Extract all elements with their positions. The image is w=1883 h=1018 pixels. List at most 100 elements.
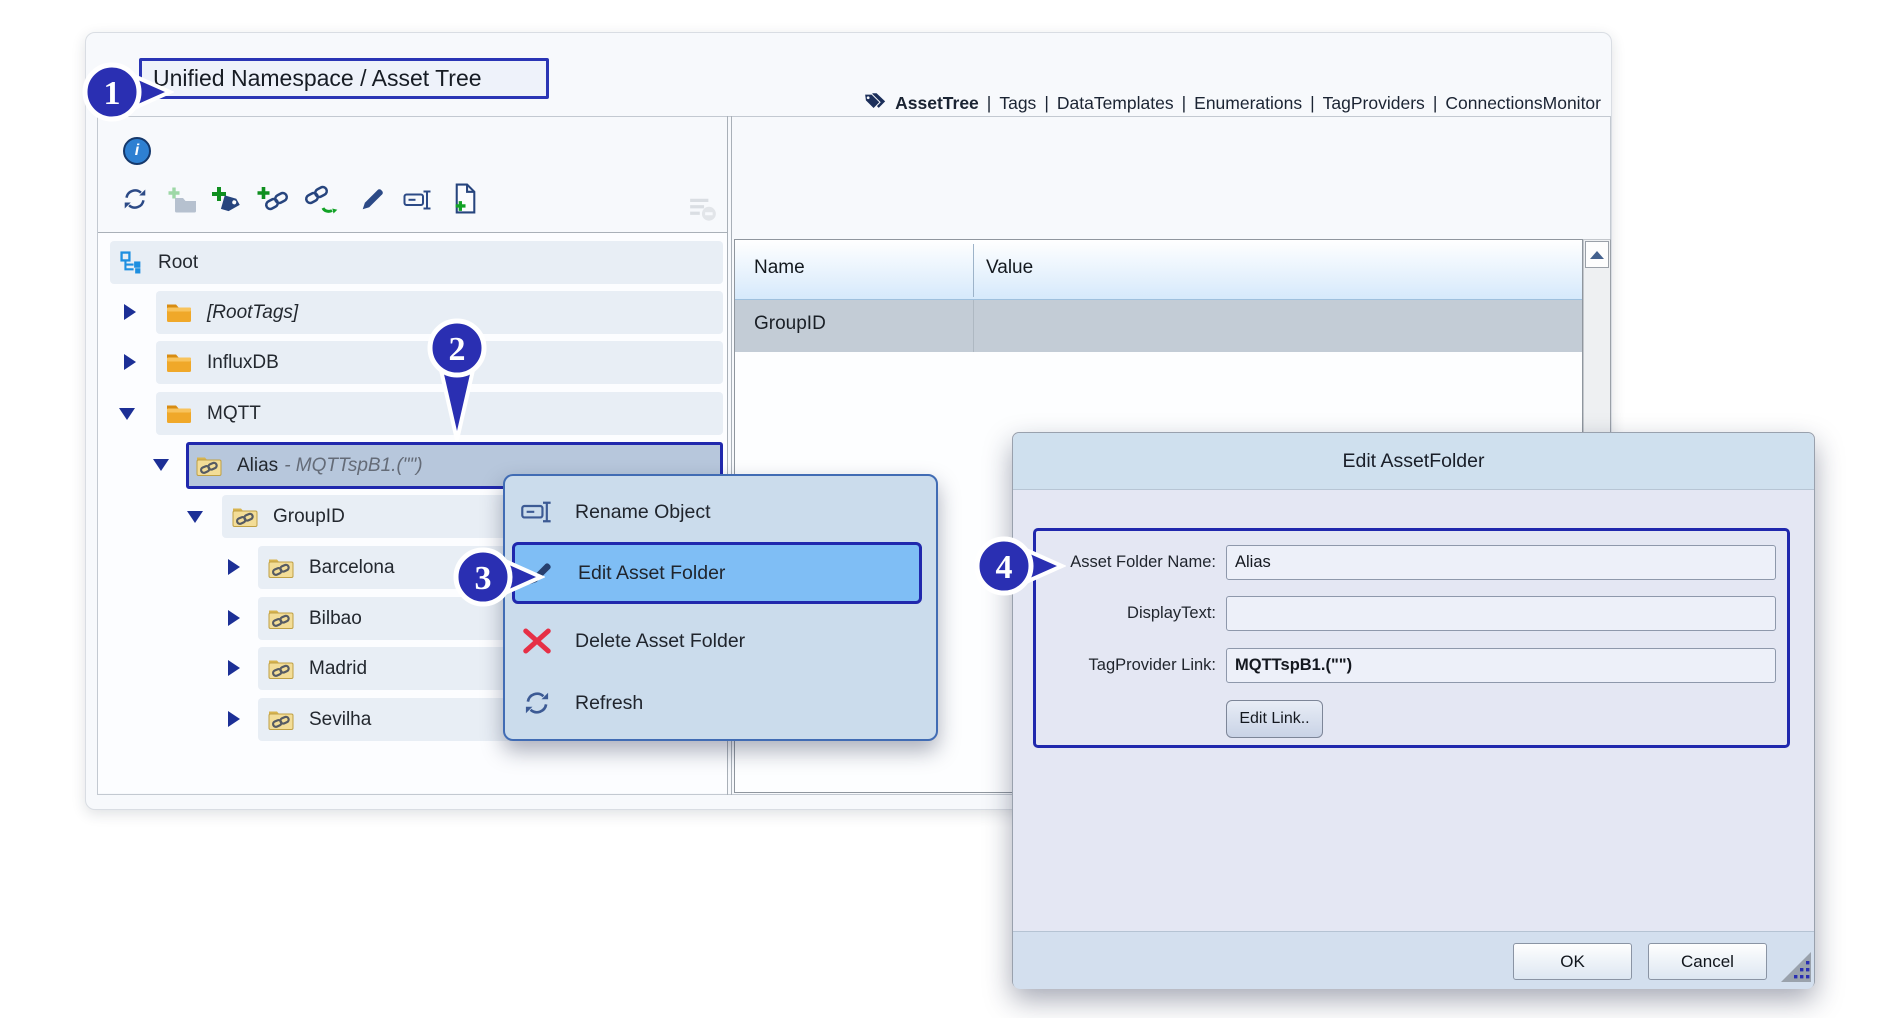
expander-alias[interactable] <box>153 459 169 471</box>
menu-item-rename-object[interactable]: Rename Object <box>517 487 922 537</box>
scroll-up-icon <box>1590 251 1604 259</box>
tagprovider-link-field[interactable] <box>1226 648 1776 683</box>
refresh-button[interactable] <box>122 186 148 212</box>
asset-folder-name-field[interactable] <box>1226 545 1776 580</box>
tab-separator: | <box>1310 93 1315 114</box>
dialog-title: Edit AssetFolder <box>1013 433 1814 490</box>
expander-sevilha[interactable] <box>228 711 240 727</box>
expander-madrid[interactable] <box>228 660 240 676</box>
tab-datatemplates[interactable]: DataTemplates <box>1057 93 1174 114</box>
column-header-value[interactable]: Value <box>986 257 1033 279</box>
edit-pencil-button[interactable] <box>360 186 386 212</box>
rename-icon <box>517 500 557 524</box>
link-settings-button[interactable] <box>302 184 338 214</box>
step-badge-1-number: 1 <box>104 75 121 112</box>
edit-link-button[interactable]: Edit Link.. <box>1226 700 1323 738</box>
menu-item-edit-asset-folder[interactable]: Edit Asset Folder <box>512 542 922 604</box>
linked-folder-icon <box>268 658 294 680</box>
step-badge-4-number: 4 <box>996 549 1013 586</box>
folder-icon <box>166 302 192 323</box>
menu-item-label: Rename Object <box>575 501 710 524</box>
tab-connectionsmonitor[interactable]: ConnectionsMonitor <box>1445 93 1601 114</box>
display-text-field[interactable] <box>1226 596 1776 631</box>
linked-folder-icon <box>268 608 294 630</box>
expander-bilbao[interactable] <box>228 610 240 626</box>
menu-item-label: Refresh <box>575 692 643 715</box>
tab-separator: | <box>1433 93 1438 114</box>
tree-row-root[interactable]: Root <box>110 241 723 284</box>
step-badge-2-number: 2 <box>449 331 466 368</box>
menu-item-refresh[interactable]: Refresh <box>517 678 922 728</box>
scroll-up-button[interactable] <box>1585 241 1609 268</box>
tab-separator: | <box>987 93 992 114</box>
expander-roottags[interactable] <box>124 304 136 320</box>
page-title: Unified Namespace / Asset Tree <box>139 58 549 99</box>
add-link-button[interactable] <box>256 184 290 214</box>
tree-row-label: GroupID <box>273 506 345 528</box>
linked-folder-icon <box>268 557 294 579</box>
expander-influxdb[interactable] <box>124 354 136 370</box>
form-row: DisplayText: <box>1036 596 1787 631</box>
folder-icon <box>166 352 192 373</box>
grid-row-groupid[interactable]: GroupID <box>735 300 1582 352</box>
step-badge-3-number: 3 <box>475 560 492 597</box>
expander-barcelona[interactable] <box>228 559 240 575</box>
add-folder-button[interactable] <box>166 184 198 214</box>
step-badge-2: 2 <box>423 316 491 446</box>
tree-row-label: Root <box>158 252 198 274</box>
tree-row-label: MQTT <box>207 403 261 425</box>
tab-enumerations[interactable]: Enumerations <box>1194 93 1302 114</box>
ok-button[interactable]: OK <box>1513 943 1632 980</box>
page-title-text: Unified Namespace / Asset Tree <box>153 65 482 92</box>
expander-mqtt[interactable] <box>119 408 135 420</box>
grid-header: Name Value <box>735 240 1582 300</box>
menu-item-label: Edit Asset Folder <box>578 562 725 585</box>
menu-item-label: Delete Asset Folder <box>575 630 745 653</box>
grid-cell-name: GroupID <box>754 313 826 335</box>
tree-row-label: Barcelona <box>309 557 395 579</box>
tree-row-label: [RootTags] <box>207 302 298 324</box>
tab-assettree[interactable]: AssetTree <box>895 93 979 114</box>
linked-folder-icon <box>268 709 294 731</box>
display-text-label: DisplayText: <box>1044 604 1216 623</box>
step-badge-3: 3 <box>449 545 545 611</box>
tab-tagproviders[interactable]: TagProviders <box>1323 93 1425 114</box>
tab-tags[interactable]: Tags <box>999 93 1036 114</box>
expander-groupid[interactable] <box>187 511 203 523</box>
tree-row-link-suffix: - MQTTspB1.("") <box>284 455 422 477</box>
tree-row-label: Bilbao <box>309 608 362 630</box>
linked-folder-icon <box>196 455 222 477</box>
tagprovider-link-label: TagProvider Link: <box>1044 656 1216 675</box>
filter-clear-icon[interactable] <box>688 196 718 224</box>
step-badge-4: 4 <box>970 534 1066 600</box>
delete-x-icon <box>517 626 557 656</box>
tree-row-label: Alias <box>237 455 278 477</box>
add-tag-button[interactable] <box>210 184 244 214</box>
rename-button[interactable] <box>402 189 434 211</box>
resize-grip[interactable] <box>1779 950 1813 984</box>
tab-separator: | <box>1182 93 1187 114</box>
folder-icon <box>166 403 192 424</box>
edit-assetfolder-dialog: Edit AssetFolder Asset Folder Name: Disp… <box>1012 432 1815 988</box>
form-row: Asset Folder Name: <box>1036 545 1787 580</box>
linked-folder-icon <box>232 506 258 528</box>
info-icon[interactable]: i <box>123 137 151 165</box>
refresh-icon <box>517 689 557 717</box>
tree-row-label: InfluxDB <box>207 352 279 374</box>
form-row: TagProvider Link: <box>1036 648 1787 683</box>
add-document-button[interactable] <box>452 183 478 214</box>
tree-row-label: Madrid <box>309 658 367 680</box>
tree-row-label: Sevilha <box>309 709 371 731</box>
module-tabs: AssetTree | Tags | DataTemplates | Enume… <box>862 88 1601 118</box>
dialog-form-highlight: Asset Folder Name: DisplayText: TagProvi… <box>1033 528 1790 748</box>
tab-separator: | <box>1044 93 1049 114</box>
column-header-name[interactable]: Name <box>754 257 805 279</box>
column-divider <box>973 300 974 352</box>
asset-folder-name-label: Asset Folder Name: <box>1044 553 1216 572</box>
step-badge-1: 1 <box>78 56 174 128</box>
column-divider[interactable] <box>973 244 974 297</box>
cancel-button[interactable]: Cancel <box>1648 943 1767 980</box>
hierarchy-icon <box>120 251 143 274</box>
menu-item-delete-asset-folder[interactable]: Delete Asset Folder <box>517 616 922 666</box>
tags-icon <box>862 91 886 116</box>
